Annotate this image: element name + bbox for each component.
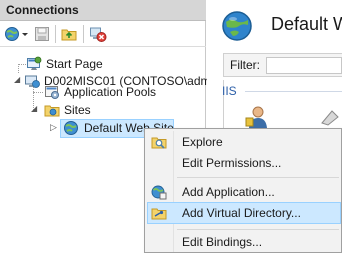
collapse-arrow-icon[interactable]: ◢ xyxy=(31,105,39,113)
group-heading-iis: IIS xyxy=(222,84,237,98)
menu-item-explore[interactable]: Explore xyxy=(147,131,341,153)
tree-item-label: Start Page xyxy=(46,57,103,71)
menu-item-label: Add Application... xyxy=(182,185,275,199)
dropdown-arrow-icon[interactable] xyxy=(21,26,29,42)
menu-item-add-application[interactable]: Add Application... xyxy=(147,181,341,203)
menu-separator xyxy=(177,177,339,178)
tree-item-label: Application Pools xyxy=(64,85,157,99)
website-globe-icon xyxy=(222,11,252,41)
menu-item-label: Add Virtual Directory... xyxy=(182,206,301,220)
website-globe-icon xyxy=(64,121,78,135)
toolbar-separator xyxy=(83,25,84,43)
menu-item-label: Edit Bindings... xyxy=(182,235,263,249)
menu-item-label: Explore xyxy=(182,135,223,149)
tree-item-label: Sites xyxy=(64,103,91,117)
menu-separator xyxy=(177,229,339,230)
menu-item-edit-bindings[interactable]: Edit Bindings... xyxy=(147,231,341,253)
page-title: Default W xyxy=(271,14,342,34)
authentication-feature-icon[interactable] xyxy=(244,104,270,130)
tree-item-sites[interactable]: ◢ Sites xyxy=(0,101,206,119)
filter-bar: Filter: xyxy=(223,53,342,77)
feature-icon[interactable] xyxy=(318,107,342,127)
filter-input[interactable] xyxy=(266,57,342,74)
add-application-icon xyxy=(151,185,167,200)
tree-item-start-page[interactable]: Start Page xyxy=(0,55,206,73)
disconnect-icon[interactable] xyxy=(89,26,107,42)
context-menu: Explore Edit Permissions... Add Applicat… xyxy=(144,128,342,253)
explore-folder-icon xyxy=(151,137,167,149)
expand-arrow-icon[interactable]: ▷ xyxy=(50,123,58,132)
up-folder-icon[interactable] xyxy=(61,26,77,42)
menu-item-label: Edit Permissions... xyxy=(182,156,282,170)
application-pools-icon xyxy=(45,86,59,99)
filter-label: Filter: xyxy=(230,58,260,72)
menu-item-add-virtual-directory[interactable]: Add Virtual Directory... xyxy=(147,202,341,224)
add-virtual-directory-icon xyxy=(151,208,167,220)
connections-toolbar xyxy=(0,21,206,47)
toolbar-separator xyxy=(55,25,56,43)
tree-item-application-pools[interactable]: Application Pools xyxy=(0,83,206,101)
sites-folder-icon xyxy=(44,105,60,117)
start-page-icon xyxy=(27,56,42,70)
save-icon[interactable] xyxy=(34,26,50,42)
connections-title: Connections xyxy=(0,0,206,21)
connect-icon[interactable] xyxy=(4,26,20,42)
features-header: Default W xyxy=(207,0,342,52)
menu-item-edit-permissions[interactable]: Edit Permissions... xyxy=(147,152,341,174)
group-divider xyxy=(245,91,342,92)
